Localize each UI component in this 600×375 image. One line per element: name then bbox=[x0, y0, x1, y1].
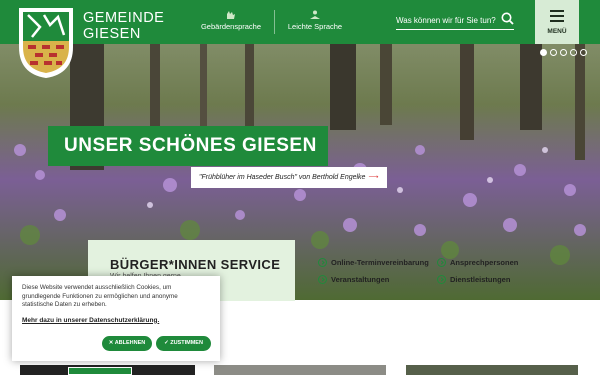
arrow-right-icon: ⟶ bbox=[368, 174, 379, 181]
photo-caption-link[interactable]: "Frühblüher im Haseder Busch" von Bertho… bbox=[191, 167, 387, 188]
service-link-services[interactable]: Dienstleistungen bbox=[437, 275, 510, 284]
chevron-circle-icon bbox=[437, 258, 446, 267]
sign-language-icon bbox=[227, 11, 235, 19]
cookie-text: Diese Website verwendet ausschließlich C… bbox=[22, 284, 178, 308]
coat-of-arms-icon bbox=[19, 8, 73, 79]
municipality-logo[interactable] bbox=[18, 7, 74, 79]
cookie-reject-button[interactable]: ✕ ABLEHNEN bbox=[102, 336, 152, 351]
chevron-circle-icon bbox=[318, 275, 327, 284]
easy-language-label: Leichte Sprache bbox=[287, 22, 343, 31]
citizen-service-title: BÜRGER*INNEN SERVICE bbox=[110, 257, 281, 272]
chevron-circle-icon bbox=[318, 258, 327, 267]
service-link-events[interactable]: Veranstaltungen bbox=[318, 275, 389, 284]
accept-label: ZUSTIMMEN bbox=[170, 340, 203, 346]
privacy-policy-link[interactable]: Mehr dazu in unserer Datenschutzerklärun… bbox=[22, 317, 210, 324]
service-link-label: Online-Terminvereinbarung bbox=[331, 258, 429, 267]
photo-caption-text: "Frühblüher im Haseder Busch" von Bertho… bbox=[199, 174, 366, 181]
check-icon: ✓ bbox=[164, 340, 169, 346]
brand-line-1: GEMEINDE bbox=[83, 10, 165, 26]
service-link-label: Veranstaltungen bbox=[331, 275, 390, 284]
card-logo-strip bbox=[68, 367, 132, 375]
service-link-label: Ansprechpersonen bbox=[450, 258, 519, 267]
cookie-accept-button[interactable]: ✓ ZUSTIMMEN bbox=[156, 336, 211, 351]
hamburger-icon bbox=[550, 10, 564, 22]
cookie-banner: Diese Website verwendet ausschließlich C… bbox=[12, 276, 220, 361]
slider-dot-5[interactable] bbox=[580, 49, 587, 56]
sign-language-link[interactable]: Gebärdensprache bbox=[191, 10, 271, 31]
easy-language-link[interactable]: Leichte Sprache bbox=[275, 10, 355, 31]
easy-language-icon bbox=[310, 10, 320, 19]
slider-pagination bbox=[540, 49, 587, 56]
menu-label: MENÜ bbox=[547, 28, 567, 35]
sign-language-label: Gebärdensprache bbox=[200, 22, 262, 31]
service-link-label: Dienstleistungen bbox=[450, 275, 511, 284]
brand-line-2: GIESEN bbox=[83, 26, 141, 42]
service-link-appointments[interactable]: Online-Terminvereinbarung bbox=[318, 258, 429, 267]
card-1[interactable] bbox=[20, 365, 195, 375]
reject-label: ABLEHNEN bbox=[114, 340, 146, 346]
chevron-circle-icon bbox=[437, 275, 446, 284]
card-3[interactable] bbox=[406, 365, 578, 375]
slider-dot-1[interactable] bbox=[540, 49, 547, 56]
search-input[interactable] bbox=[396, 11, 496, 30]
close-icon: ✕ bbox=[108, 340, 114, 346]
search-icon[interactable] bbox=[501, 12, 514, 25]
hero-title: UNSER SCHÖNES GIESEN bbox=[48, 126, 328, 166]
menu-button[interactable]: MENÜ bbox=[535, 0, 579, 44]
site-brand[interactable]: GEMEINDE GIESEN bbox=[83, 10, 164, 42]
slider-dot-2[interactable] bbox=[550, 49, 557, 56]
search-box[interactable] bbox=[396, 10, 514, 30]
slider-dot-4[interactable] bbox=[570, 49, 577, 56]
slider-dot-3[interactable] bbox=[560, 49, 567, 56]
card-2[interactable] bbox=[214, 365, 386, 375]
service-link-contacts[interactable]: Ansprechpersonen bbox=[437, 258, 518, 267]
